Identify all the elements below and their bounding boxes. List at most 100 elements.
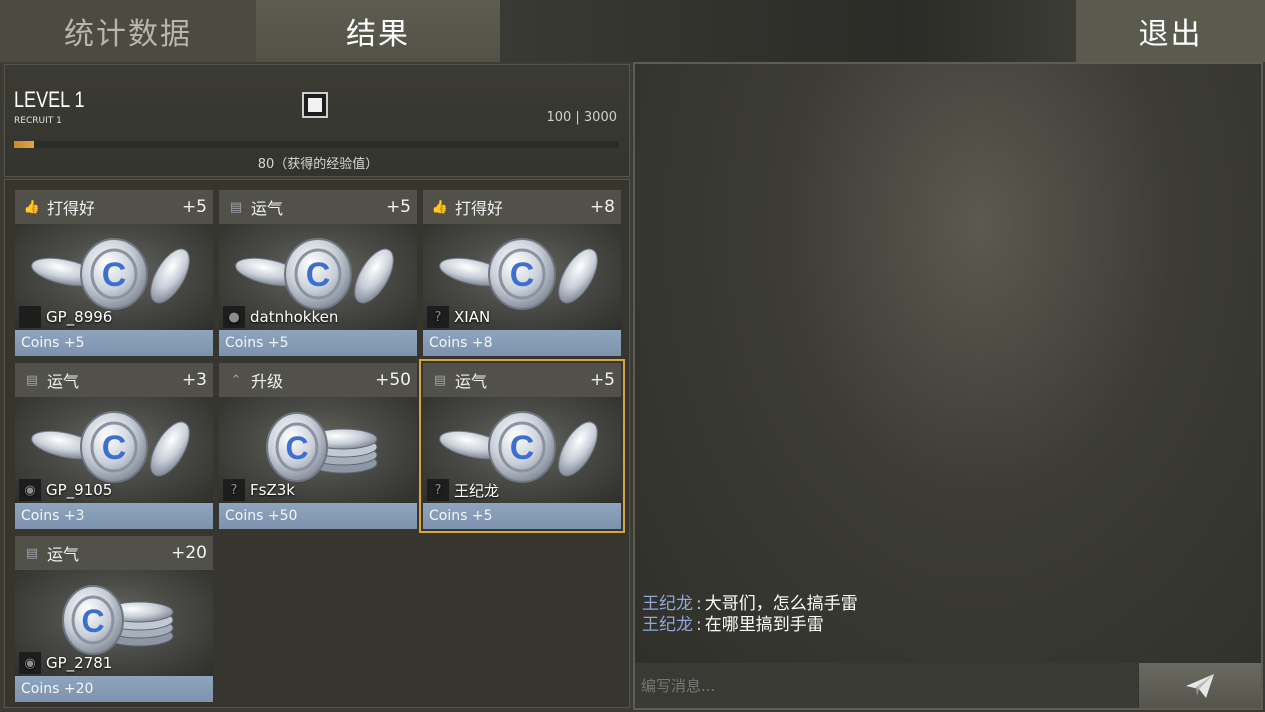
chat-message: 王纪龙: 大哥们，怎么搞手雷 <box>642 594 858 615</box>
svg-text:C: C <box>510 256 535 294</box>
rank-name: RECRUIT 1 <box>14 116 62 126</box>
reward-category: 升级 <box>251 372 284 391</box>
cash-icon: ▤ <box>25 545 39 561</box>
coins-reward: Coins +8 <box>423 330 621 356</box>
chat-separator: : <box>696 615 702 635</box>
reward-amount: +5 <box>385 197 411 217</box>
coin-image: C GP_8996 <box>15 224 213 330</box>
svg-text:C: C <box>81 603 104 639</box>
reward-header: ▤ 运气 +5 <box>219 190 417 224</box>
reward-category: 运气 <box>47 545 80 564</box>
reward-card[interactable]: ⌃ 升级 +50 C? FsZ3k Coins +50 <box>219 363 417 529</box>
xp-gained: 80（获得的经验值） <box>257 157 379 172</box>
reward-card[interactable]: ▤ 运气 +5 C ● datnhokken Coins +5 <box>219 190 417 356</box>
black-avatar <box>19 306 41 328</box>
chat-panel: 王纪龙: 大哥们，怎么搞手雷 王纪龙: 在哪里搞到手雷 <box>633 62 1263 710</box>
chat-input[interactable] <box>635 663 1138 708</box>
player-name: GP_8996 <box>46 308 113 326</box>
level-title: LEVEL 1 <box>14 87 85 112</box>
player-info: ? XIAN <box>427 306 490 328</box>
chat-text: 在哪里搞到手雷 <box>704 615 824 635</box>
chat-text: 大哥们，怎么搞手雷 <box>704 594 858 614</box>
reward-card[interactable]: 👍 打得好 +8 C ? XIAN Coins +8 <box>423 190 621 356</box>
rank-badge-icon <box>302 92 328 118</box>
xp-count: 100 | 3000 <box>546 110 617 125</box>
rewards-grid: 👍 打得好 +5 C GP_8996 Coins +5 ▤ 运气 +5 C ● datnhokken C… <box>4 179 630 708</box>
reward-category: 运气 <box>455 372 488 391</box>
thumbs-up-icon: 👍 <box>23 199 41 215</box>
reward-header: 👍 打得好 +8 <box>423 190 621 224</box>
coin-image: C? FsZ3k <box>219 397 417 503</box>
reward-category: 运气 <box>251 199 284 218</box>
paper-plane-icon <box>1186 673 1214 698</box>
coin-image: C ● datnhokken <box>219 224 417 330</box>
reward-category: 打得好 <box>47 199 96 218</box>
player-info: GP_8996 <box>19 306 112 328</box>
player-name: GP_2781 <box>46 654 113 672</box>
tab-bar-spacer <box>500 0 1076 62</box>
player-name: datnhokken <box>250 308 339 326</box>
soldier-avatar: ● <box>223 306 245 328</box>
reward-amount: +3 <box>181 370 207 390</box>
player-info: ◉ GP_9105 <box>19 479 112 501</box>
send-button[interactable] <box>1139 663 1261 708</box>
panda-avatar: ◉ <box>19 479 41 501</box>
reward-card[interactable]: ▤ 运气 +20 C ◉ GP_2781 Coins +20 <box>15 536 213 702</box>
player-info: ◉ GP_2781 <box>19 652 112 674</box>
unknown-avatar: ? <box>223 479 245 501</box>
rank-up-icon: ⌃ <box>230 372 242 388</box>
owl-avatar: ◉ <box>19 652 41 674</box>
player-info: ● datnhokken <box>223 306 338 328</box>
exit-button[interactable]: 退出 <box>1076 0 1265 62</box>
coins-reward: Coins +20 <box>15 676 213 702</box>
xp-progress-bar <box>14 141 619 148</box>
xp-progress-fill <box>14 141 34 148</box>
coins-reward: Coins +5 <box>219 330 417 356</box>
chat-sender[interactable]: 王纪龙 <box>642 594 693 614</box>
top-tab-bar: 统计数据 结果 退出 <box>0 0 1265 62</box>
cash-icon: ▤ <box>25 372 39 388</box>
coin-image: C ? 王纪龙 <box>423 397 621 503</box>
reward-header: ⌃ 升级 +50 <box>219 363 417 397</box>
coin-image: C ? XIAN <box>423 224 621 330</box>
reward-amount: +50 <box>375 370 411 390</box>
reward-header: ▤ 运气 +20 <box>15 536 213 570</box>
coins-reward: Coins +3 <box>15 503 213 529</box>
svg-text:C: C <box>306 256 331 294</box>
chat-sender[interactable]: 王纪龙 <box>642 615 693 635</box>
player-info: ? FsZ3k <box>223 479 295 501</box>
tab-stats[interactable]: 统计数据 <box>0 0 256 62</box>
coins-reward: Coins +50 <box>219 503 417 529</box>
player-name: FsZ3k <box>250 481 295 499</box>
coins-reward: Coins +5 <box>15 330 213 356</box>
coins-reward: Coins +5 <box>423 503 621 529</box>
level-progress-box: LEVEL 1 RECRUIT 1 100 | 3000 80（获得的经验值） <box>4 64 630 177</box>
reward-category: 运气 <box>47 372 80 391</box>
reward-amount: +5 <box>589 370 615 390</box>
unknown-avatar: ? <box>427 306 449 328</box>
results-panel: LEVEL 1 RECRUIT 1 100 | 3000 80（获得的经验值） … <box>2 62 632 710</box>
player-name: GP_9105 <box>46 481 113 499</box>
reward-amount: +8 <box>589 197 615 217</box>
tab-results[interactable]: 结果 <box>256 0 500 62</box>
reward-card[interactable]: 👍 打得好 +5 C GP_8996 Coins +5 <box>15 190 213 356</box>
svg-text:C: C <box>102 429 127 467</box>
chat-separator: : <box>696 594 702 614</box>
reward-card[interactable]: ▤ 运气 +5 C ? 王纪龙 Coins +5 <box>419 359 625 533</box>
reward-header: 👍 打得好 +5 <box>15 190 213 224</box>
reward-category: 打得好 <box>455 199 504 218</box>
player-info: ? 王纪龙 <box>427 479 499 501</box>
reward-amount: +20 <box>171 543 207 563</box>
coin-image: C ◉ GP_9105 <box>15 397 213 503</box>
reward-amount: +5 <box>181 197 207 217</box>
reward-card[interactable]: ▤ 运气 +3 C ◉ GP_9105 Coins +3 <box>15 363 213 529</box>
thumbs-up-icon: 👍 <box>431 199 449 215</box>
coin-image: C ◉ GP_2781 <box>15 570 213 676</box>
cash-icon: ▤ <box>433 372 447 388</box>
player-name: 王纪龙 <box>454 481 500 500</box>
cash-icon: ▤ <box>229 199 243 215</box>
svg-text:C: C <box>510 429 535 467</box>
chat-log: 王纪龙: 大哥们，怎么搞手雷 王纪龙: 在哪里搞到手雷 <box>642 594 858 636</box>
reward-header: ▤ 运气 +5 <box>423 363 621 397</box>
chat-message: 王纪龙: 在哪里搞到手雷 <box>642 615 858 636</box>
